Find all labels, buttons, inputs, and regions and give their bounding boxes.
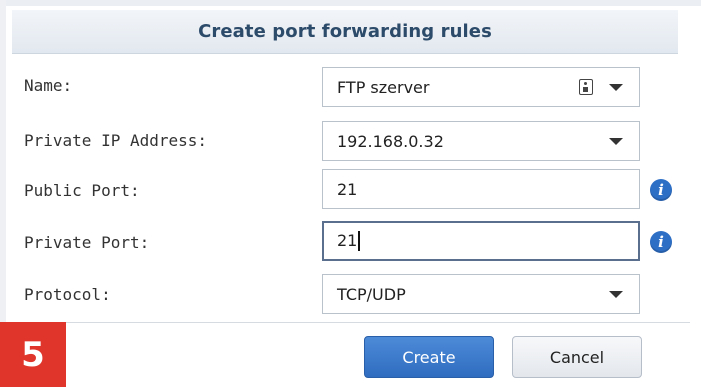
public-port-label: Public Port: [24,181,140,200]
private-ip-label: Private IP Address: [24,131,208,150]
dialog-title: Create port forwarding rules [198,21,492,42]
dialog-header: Create port forwarding rules [12,10,678,54]
contact-card-icon[interactable] [579,79,593,95]
port-forwarding-dialog: Create port forwarding rules Name: FTP s… [0,0,701,387]
info-icon[interactable]: i [650,231,672,253]
step-badge: 5 [0,322,66,387]
text-caret [358,231,361,252]
private-ip-select[interactable]: 192.168.0.32 [322,121,640,161]
footer-divider [24,322,690,323]
create-button[interactable]: Create [364,336,494,378]
cancel-button[interactable]: Cancel [512,336,642,378]
protocol-label: Protocol: [24,285,111,304]
info-icon[interactable]: i [650,179,672,201]
name-select[interactable]: FTP szerver [322,67,640,107]
private-port-value: 21 [337,230,358,250]
public-port-value: 21 [337,179,358,199]
chevron-down-icon[interactable] [609,137,623,145]
protocol-value: TCP/UDP [337,284,406,304]
name-label: Name: [24,76,73,95]
chevron-down-icon[interactable] [609,83,623,91]
name-value: FTP szerver [337,77,430,97]
window-top-strip [0,0,701,6]
private-port-label: Private Port: [24,233,150,252]
private-port-input[interactable]: 21 [322,221,640,261]
chevron-down-icon[interactable] [609,290,623,298]
private-ip-value: 192.168.0.32 [337,131,444,151]
public-port-input[interactable]: 21 [322,169,640,209]
protocol-select[interactable]: TCP/UDP [322,274,640,314]
